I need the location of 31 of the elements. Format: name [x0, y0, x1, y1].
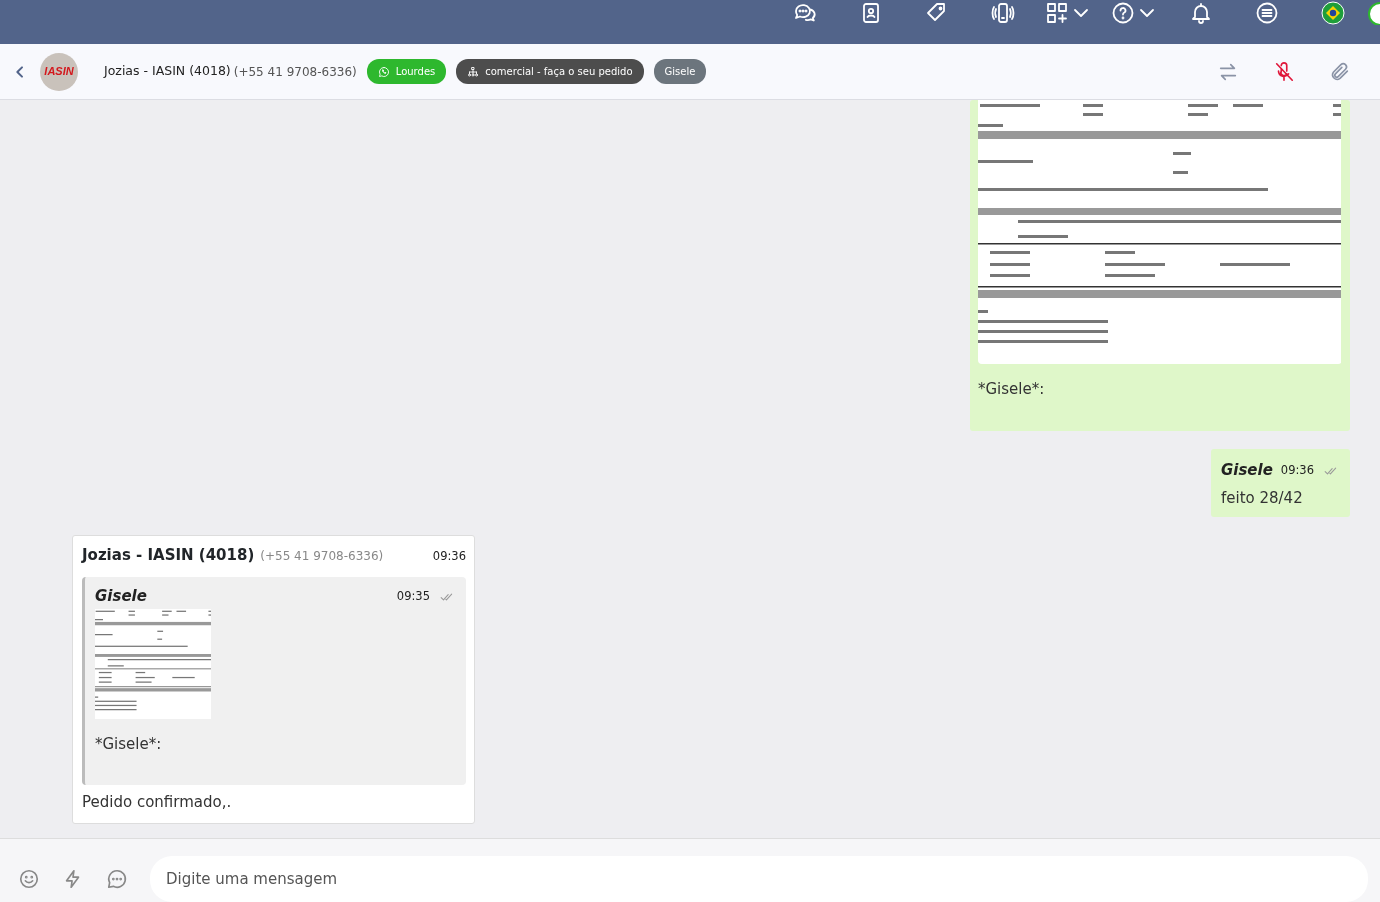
sender-phone: (+55 41 9708-6336) — [260, 548, 384, 565]
help-icon[interactable] — [1111, 1, 1135, 25]
sitemap-icon — [467, 65, 480, 78]
contact-phone: (+55 41 9708-6336) — [233, 63, 357, 81]
whatsapp-icon — [377, 65, 390, 78]
sender-name: Gisele — [95, 586, 147, 608]
list-circle-icon[interactable] — [1255, 1, 1279, 25]
paperclip-icon[interactable] — [1329, 60, 1351, 83]
message-caption: *Gisele*: — [95, 733, 163, 755]
tag-badge[interactable]: Gisele — [653, 59, 707, 84]
tag-badge[interactable]: Lourdes — [366, 59, 447, 84]
sender-name: Gisele — [1220, 460, 1273, 482]
sender-name: Jozias - IASIN (4018) — [82, 545, 255, 566]
phone-vibrate-icon[interactable] — [991, 1, 1015, 25]
message-time: 09:36 — [432, 548, 466, 565]
message-caption: *Gisele*: — [978, 379, 1046, 400]
message-time: 09:36 — [1280, 461, 1314, 479]
company-logo: IASIN — [40, 52, 78, 91]
apps-icon[interactable] — [1045, 1, 1069, 25]
message-text: Pedido confirmado,. — [82, 791, 233, 813]
mic-off-icon[interactable] — [1273, 60, 1295, 83]
message-text: feito 28/42 — [1220, 487, 1304, 509]
flag-icon[interactable] — [1321, 1, 1345, 25]
emoji-icon[interactable] — [18, 868, 40, 890]
bell-icon[interactable] — [1189, 1, 1213, 25]
contact-name: Jozias - IASIN (4018) — [104, 62, 231, 81]
message-time: 09:35 — [396, 587, 430, 605]
profile-icon[interactable] — [1366, 1, 1380, 25]
message-input[interactable]: Digite uma mensagem — [150, 855, 1368, 902]
tag-badge[interactable]: comercial - faça o seu pedido — [456, 59, 644, 84]
chat-dots-icon[interactable] — [106, 868, 128, 890]
